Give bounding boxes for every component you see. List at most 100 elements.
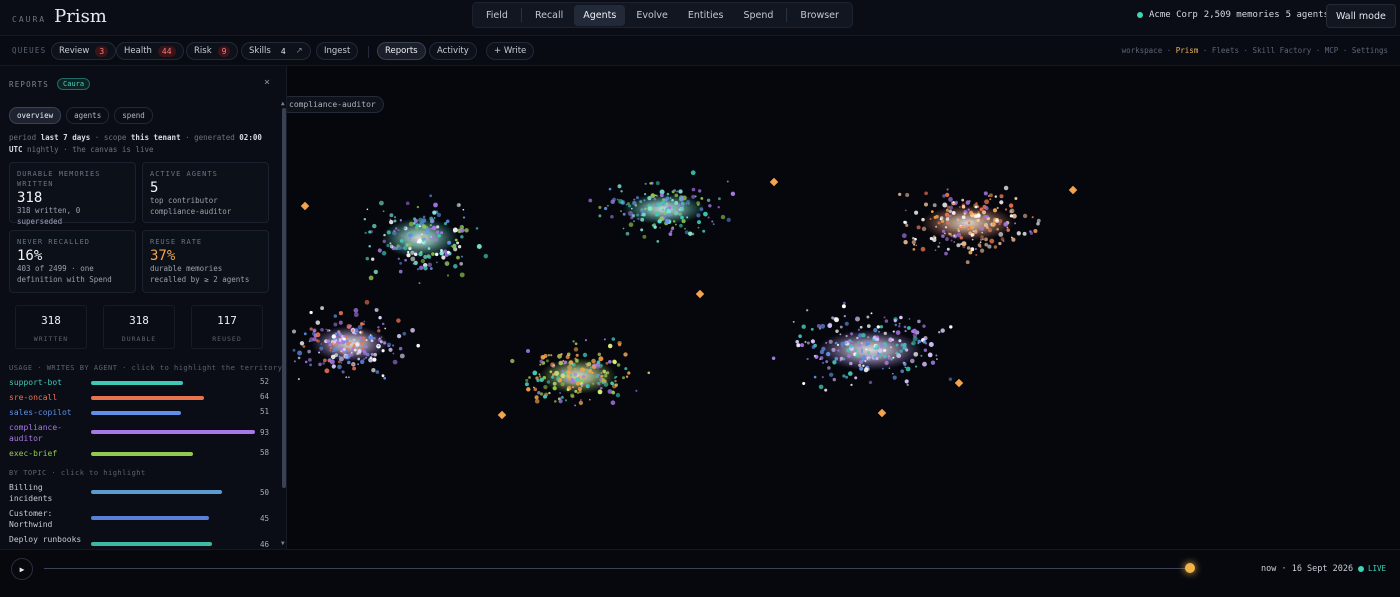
memory-particle xyxy=(861,355,867,360)
card-never-recalled[interactable]: NEVER RECALLED 16% 403 of 2499 · one def… xyxy=(9,230,136,293)
nav-evolve[interactable]: Evolve xyxy=(627,5,677,26)
ingest-button[interactable]: Ingest xyxy=(316,42,359,60)
nav-field[interactable]: Field xyxy=(477,5,517,26)
nav-agents[interactable]: Agents xyxy=(574,4,626,26)
memory-particle xyxy=(549,370,553,374)
memory-particle xyxy=(875,356,879,361)
memory-particle xyxy=(839,325,843,329)
memory-particle xyxy=(914,210,919,215)
timeline-handle[interactable] xyxy=(1185,563,1195,573)
memory-particle xyxy=(860,341,863,345)
topic-row[interactable]: Deploy runbooks 46 xyxy=(9,534,271,549)
memory-particle xyxy=(650,193,656,198)
queue-skills[interactable]: Skills 4 ↗ xyxy=(241,42,311,60)
skill-marker xyxy=(695,289,705,299)
memory-particle xyxy=(991,222,996,227)
queue-health[interactable]: Health 44 xyxy=(116,42,184,60)
memory-particle xyxy=(636,213,640,217)
memory-particle xyxy=(906,383,909,387)
memory-particle xyxy=(596,360,601,365)
memory-particle xyxy=(572,340,575,343)
usage-row[interactable]: exec-brief 58 xyxy=(9,448,271,462)
close-icon[interactable]: × xyxy=(264,77,270,88)
nav-spend[interactable]: Spend xyxy=(734,5,782,26)
write-button[interactable]: + Write xyxy=(486,42,535,60)
memory-particle xyxy=(911,342,914,345)
memory-particle xyxy=(338,355,341,358)
usage-row[interactable]: support-bot 52 xyxy=(9,377,271,391)
memory-particle xyxy=(927,352,933,358)
card-sub: 403 of 2499 · one definition with Spend xyxy=(17,264,112,284)
activity-button[interactable]: Activity xyxy=(429,42,477,60)
card-active-agents[interactable]: ACTIVE AGENTS 5 top contributor complian… xyxy=(142,162,269,223)
memory-particle xyxy=(865,348,868,351)
memory-particle xyxy=(633,198,636,201)
memory-particle xyxy=(893,319,897,323)
wall-mode-button[interactable]: Wall mode xyxy=(1326,4,1396,28)
memory-particle xyxy=(833,317,837,320)
memory-particle xyxy=(381,349,385,353)
crumb-settings[interactable]: Settings xyxy=(1352,46,1388,55)
memory-particle xyxy=(421,218,427,223)
memory-particle xyxy=(708,204,712,208)
memory-particle xyxy=(696,220,702,225)
memory-particle xyxy=(384,327,387,330)
memory-particle xyxy=(329,359,335,365)
brand[interactable]: CAURA Prism xyxy=(12,6,107,27)
memory-particle xyxy=(302,345,306,348)
memory-particle xyxy=(460,235,464,239)
memory-particle xyxy=(297,350,303,356)
timeline-track[interactable] xyxy=(44,568,1190,569)
agent-tag[interactable]: compliance-auditor xyxy=(281,96,384,113)
memory-particle xyxy=(322,362,325,365)
reports-button[interactable]: Reports xyxy=(377,42,426,60)
crumb-fleets[interactable]: Fleets xyxy=(1212,46,1239,55)
memory-particle xyxy=(989,238,995,244)
scroll-up-icon[interactable]: ▲ xyxy=(281,100,285,107)
memory-particle xyxy=(543,384,548,390)
queue-review[interactable]: Review 3 xyxy=(51,42,117,60)
tab-overview[interactable]: overview xyxy=(9,107,62,124)
card-reuse-rate[interactable]: REUSE RATE 37% durable memories recalled… xyxy=(142,230,269,293)
sidebar-scrollbar[interactable]: ▲ ▼ xyxy=(281,100,287,548)
nav-browser[interactable]: Browser xyxy=(791,5,848,26)
memory-particle xyxy=(560,382,565,387)
memory-particle xyxy=(434,237,439,242)
memory-particle xyxy=(398,346,403,351)
scroll-thumb[interactable] xyxy=(282,108,286,488)
memory-particle xyxy=(343,335,346,338)
memory-particle xyxy=(806,357,809,361)
memory-particle xyxy=(818,384,824,390)
memory-particle xyxy=(410,256,416,262)
topic-row[interactable]: Customer: Northwind 45 xyxy=(9,508,271,532)
memory-particle xyxy=(510,358,515,364)
crumb-prism[interactable]: Prism xyxy=(1176,46,1199,55)
memory-particle xyxy=(351,329,354,332)
memory-canvas[interactable] xyxy=(288,66,1400,549)
usage-row[interactable]: sre-oncall 64 xyxy=(9,392,271,406)
tab-agents[interactable]: agents xyxy=(66,107,110,124)
usage-row[interactable]: compliance-auditor 93 xyxy=(9,422,271,446)
memory-particle xyxy=(389,218,392,221)
memory-particle xyxy=(905,193,910,197)
play-button[interactable]: ▶ xyxy=(11,558,33,580)
usage-row[interactable]: sales-copilot 51 xyxy=(9,407,271,421)
memory-particle xyxy=(889,346,893,349)
memory-particle xyxy=(625,203,628,206)
scroll-down-icon[interactable]: ▼ xyxy=(281,540,285,547)
memory-particle xyxy=(922,340,927,344)
crumb-mcp[interactable]: MCP xyxy=(1325,46,1339,55)
nav-entities[interactable]: Entities xyxy=(679,5,733,26)
memory-particle xyxy=(824,388,828,392)
memory-particle xyxy=(862,341,865,344)
queue-risk[interactable]: Risk 9 xyxy=(186,42,239,60)
tab-spend[interactable]: spend xyxy=(114,107,153,124)
memory-particle xyxy=(900,369,905,374)
card-durable-memories[interactable]: DURABLE MEMORIES WRITTEN 318 318 written… xyxy=(9,162,136,226)
crumb-workspace[interactable]: workspace xyxy=(1122,46,1163,55)
crumb-skill-factory[interactable]: Skill Factory xyxy=(1253,46,1312,55)
nav-recall[interactable]: Recall xyxy=(526,5,572,26)
memory-particle xyxy=(542,375,547,380)
topic-row[interactable]: Billing incidents 50 xyxy=(9,482,271,506)
usage-value: 64 xyxy=(259,392,269,401)
